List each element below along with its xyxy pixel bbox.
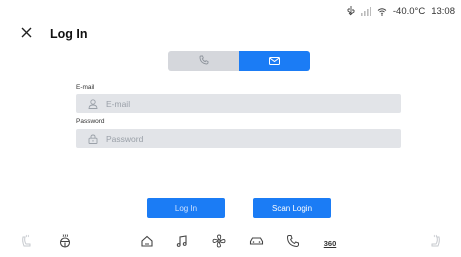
email-label: E-mail xyxy=(76,84,95,91)
temperature: -40.0°C xyxy=(392,5,426,17)
360-view-button[interactable]: 360 xyxy=(318,229,342,257)
login-button[interactable]: Log In xyxy=(147,198,225,218)
tab-phone-login[interactable] xyxy=(168,51,239,71)
music-icon xyxy=(175,234,189,253)
usb-icon xyxy=(347,6,355,16)
page-title: Log In xyxy=(50,27,88,41)
seat-heat-right-button[interactable] xyxy=(424,229,448,257)
email-field[interactable] xyxy=(104,94,388,113)
login-method-tabs xyxy=(168,51,310,71)
car-button[interactable] xyxy=(244,229,268,257)
phone-button[interactable] xyxy=(281,229,305,257)
user-icon xyxy=(88,98,98,109)
music-button[interactable] xyxy=(170,229,194,257)
steering-wheel-heat-button[interactable] xyxy=(53,229,77,257)
fan-button[interactable] xyxy=(207,229,231,257)
scan-login-button[interactable]: Scan Login xyxy=(253,198,331,218)
password-field-container xyxy=(76,129,401,148)
clock: 13:08 xyxy=(431,5,455,17)
lock-icon xyxy=(88,134,98,144)
envelope-icon xyxy=(269,52,280,70)
fan-icon xyxy=(212,234,226,253)
close-icon xyxy=(21,25,32,43)
home-button[interactable] xyxy=(135,229,159,257)
seat-heat-left-button[interactable] xyxy=(14,229,38,257)
header: Log In xyxy=(18,24,88,44)
password-label: Password xyxy=(76,118,105,125)
tab-email-login[interactable] xyxy=(239,51,310,71)
360-view-label: 360 xyxy=(323,238,337,248)
bottom-dock: 360 xyxy=(0,229,461,257)
home-icon xyxy=(140,234,154,253)
password-field[interactable] xyxy=(104,129,388,148)
steering-wheel-heat-icon xyxy=(58,233,72,253)
seat-heat-right-icon xyxy=(429,234,443,253)
signal-icon xyxy=(360,6,371,16)
seat-heat-left-icon xyxy=(19,234,33,253)
email-field-container xyxy=(76,94,401,113)
phone-icon xyxy=(199,52,209,70)
car-icon xyxy=(249,234,264,253)
close-button[interactable] xyxy=(18,26,34,42)
status-bar: -40.0°C 13:08 xyxy=(347,4,455,18)
phone-icon xyxy=(286,234,300,253)
wifi-icon xyxy=(377,7,387,16)
